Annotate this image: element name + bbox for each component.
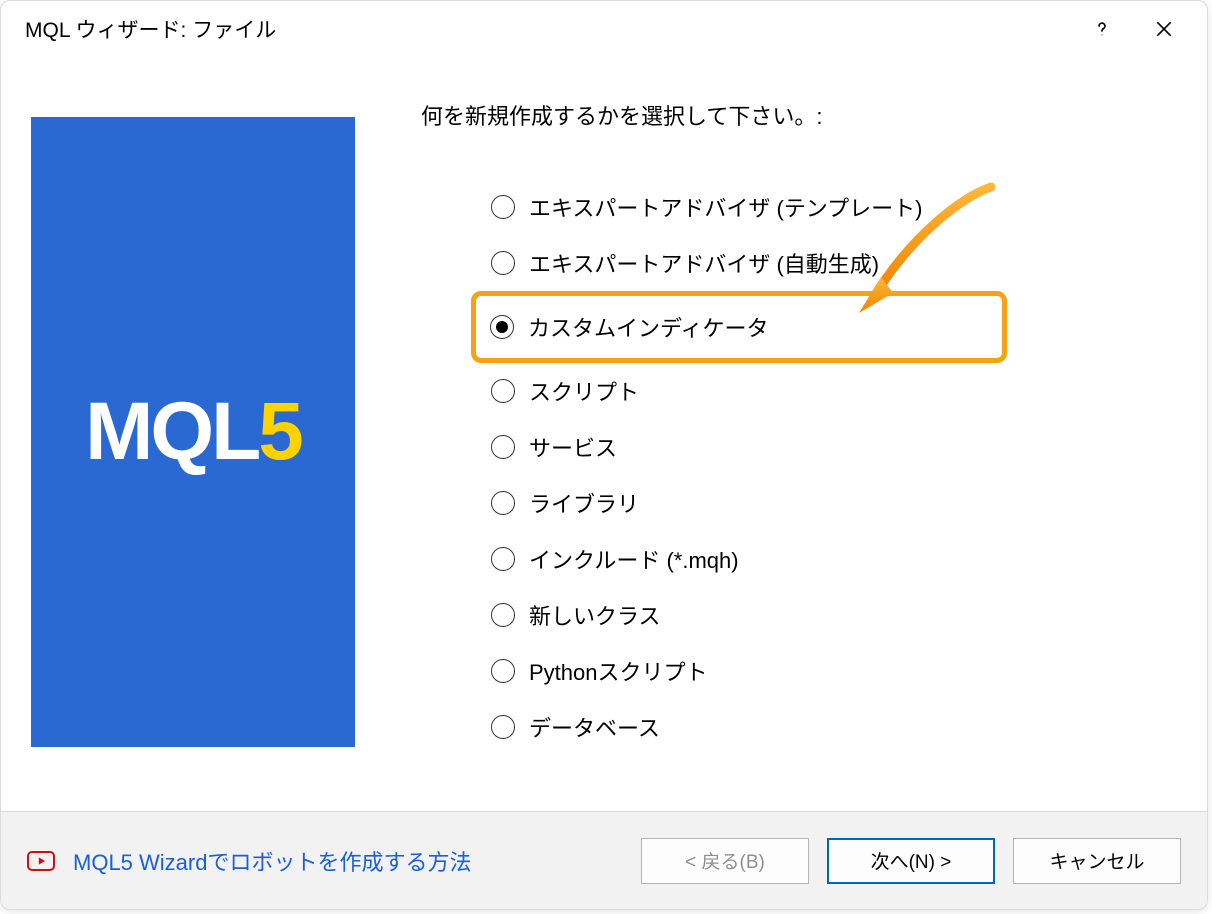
dialog-footer: MQL5 Wizardでロボットを作成する方法 < 戻る(B) 次へ(N) > … xyxy=(1,811,1207,909)
help-icon xyxy=(1092,19,1112,39)
radio-icon xyxy=(491,251,515,275)
radio-label: インクルード (*.mqh) xyxy=(529,543,739,575)
radio-icon xyxy=(491,547,515,571)
logo-text-left: MQL xyxy=(85,386,258,477)
next-button[interactable]: 次へ(N) > xyxy=(827,838,995,884)
radio-option-new-class[interactable]: 新しいクラス xyxy=(487,587,1167,643)
wizard-dialog: MQL ウィザード: ファイル MQL5 何を新規作成するかを選択して下さい。:… xyxy=(0,0,1208,910)
radio-label: データベース xyxy=(529,711,660,743)
side-banner: MQL5 xyxy=(31,117,355,747)
back-button[interactable]: < 戻る(B) xyxy=(641,838,809,884)
close-icon xyxy=(1154,19,1174,39)
radio-option-expert-template[interactable]: エキスパートアドバイザ (テンプレート) xyxy=(487,179,1167,235)
radio-option-script[interactable]: スクリプト xyxy=(487,363,1167,419)
titlebar: MQL ウィザード: ファイル xyxy=(1,1,1207,57)
radio-icon xyxy=(491,715,515,739)
radio-label: エキスパートアドバイザ (自動生成) xyxy=(529,247,879,279)
close-button[interactable] xyxy=(1133,5,1195,53)
youtube-icon xyxy=(27,851,55,871)
radio-option-include[interactable]: インクルード (*.mqh) xyxy=(487,531,1167,587)
radio-label: カスタムインディケータ xyxy=(528,311,768,343)
radio-icon xyxy=(491,379,515,403)
help-link[interactable]: MQL5 Wizardでロボットを作成する方法 xyxy=(27,845,623,877)
radio-label: サービス xyxy=(529,431,617,463)
mql5-logo: MQL5 xyxy=(85,385,301,479)
cancel-button[interactable]: キャンセル xyxy=(1013,838,1181,884)
help-link-label: MQL5 Wizardでロボットを作成する方法 xyxy=(73,845,471,877)
dialog-content: MQL5 何を新規作成するかを選択して下さい。: エキスパートアドバイザ (テン… xyxy=(1,57,1207,811)
logo-text-right: 5 xyxy=(258,386,301,477)
radio-option-library[interactable]: ライブラリ xyxy=(487,475,1167,531)
dialog-title: MQL ウィザード: ファイル xyxy=(25,14,1071,44)
radio-icon xyxy=(491,603,515,627)
help-button[interactable] xyxy=(1071,5,1133,53)
annotation-arrow-icon xyxy=(851,177,1011,317)
radio-option-python-script[interactable]: Pythonスクリプト xyxy=(487,643,1167,699)
radio-label: 新しいクラス xyxy=(529,599,661,631)
radio-label: ライブラリ xyxy=(529,487,639,519)
radio-icon xyxy=(490,315,514,339)
radio-icon xyxy=(491,435,515,459)
radio-icon xyxy=(491,491,515,515)
radio-option-service[interactable]: サービス xyxy=(487,419,1167,475)
radio-option-expert-autogen[interactable]: エキスパートアドバイザ (自動生成) xyxy=(487,235,1167,291)
radio-icon xyxy=(491,659,515,683)
wizard-type-radio-group: エキスパートアドバイザ (テンプレート) エキスパートアドバイザ (自動生成) … xyxy=(487,179,1167,755)
radio-label: スクリプト xyxy=(529,375,639,407)
radio-icon xyxy=(491,195,515,219)
radio-label: Pythonスクリプト xyxy=(529,655,708,687)
prompt-label: 何を新規作成するかを選択して下さい。: xyxy=(421,99,822,131)
radio-option-database[interactable]: データベース xyxy=(487,699,1167,755)
